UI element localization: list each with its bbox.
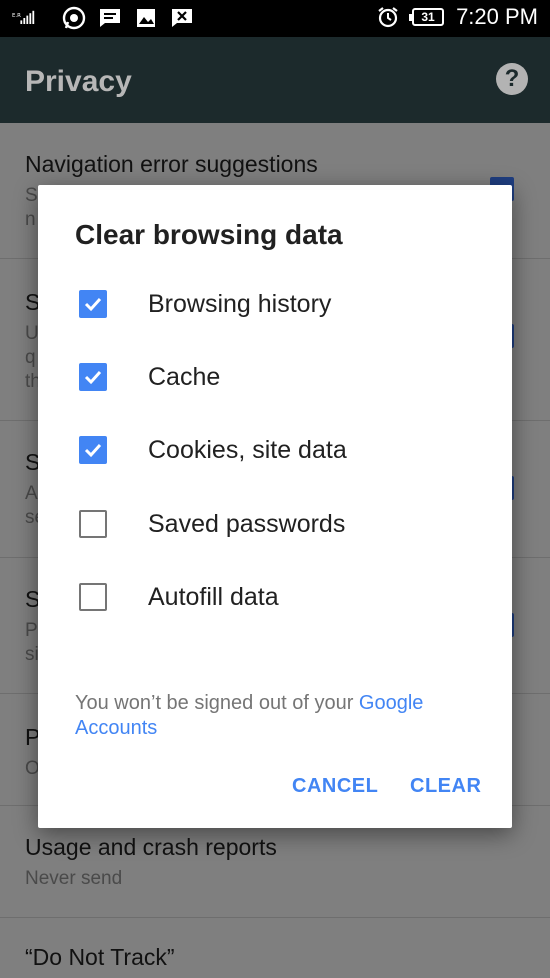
option-saved-passwords[interactable]: Saved passwords (79, 509, 499, 539)
dialog-title: Clear browsing data (75, 219, 343, 250)
app-bar: Privacy ? (0, 37, 550, 123)
battery-level: 31 (421, 10, 435, 24)
setting-title: Navigation error suggestions (25, 151, 318, 177)
clock: 7:20 PM (456, 4, 538, 29)
setting-title: Usage and crash reports (25, 834, 277, 860)
option-label: Browsing history (148, 289, 332, 318)
checkbox-checked[interactable] (79, 363, 107, 391)
battery-icon: 31 (409, 8, 445, 26)
option-browsing-history[interactable]: Browsing history (79, 289, 499, 319)
option-autofill-data[interactable]: Autofill data (79, 582, 499, 612)
sign-out-note: You won’t be signed out of your Google A… (75, 691, 485, 741)
setting-row[interactable]: “Do Not Track” (0, 918, 550, 978)
option-label: Autofill data (148, 582, 279, 611)
clear-button[interactable]: CLEAR (410, 775, 481, 798)
note-text: You won’t be signed out of your (75, 692, 359, 714)
status-bar: E.R 31 7:20 PM (0, 0, 550, 37)
clear-browsing-data-dialog: Clear browsing data Browsing history Cac… (38, 185, 512, 828)
check-icon (84, 370, 102, 385)
network-type: E.R (12, 13, 21, 19)
cancel-button[interactable]: CANCEL (292, 775, 378, 798)
setting-subtitle: Never send (25, 868, 123, 889)
signal-icon: E.R (12, 6, 36, 30)
checkbox-checked[interactable] (79, 290, 107, 318)
help-icon[interactable]: ? (496, 63, 528, 95)
whatsapp-icon (62, 6, 86, 30)
option-label: Cookies, site data (148, 435, 347, 464)
option-label: Cache (148, 362, 221, 391)
message-icon (98, 6, 122, 30)
checkbox-checked[interactable] (79, 436, 107, 464)
checkbox-unchecked[interactable] (79, 583, 107, 611)
missed-call-icon (170, 6, 194, 30)
setting-title: “Do Not Track” (25, 944, 175, 970)
check-icon (84, 297, 102, 312)
option-cookies-site-data[interactable]: Cookies, site data (79, 435, 499, 465)
alarm-icon (376, 5, 400, 29)
option-cache[interactable]: Cache (79, 362, 499, 392)
checkbox-unchecked[interactable] (79, 510, 107, 538)
check-icon (84, 443, 102, 458)
option-label: Saved passwords (148, 509, 346, 538)
gallery-icon (134, 6, 158, 30)
page-title: Privacy (25, 65, 132, 98)
